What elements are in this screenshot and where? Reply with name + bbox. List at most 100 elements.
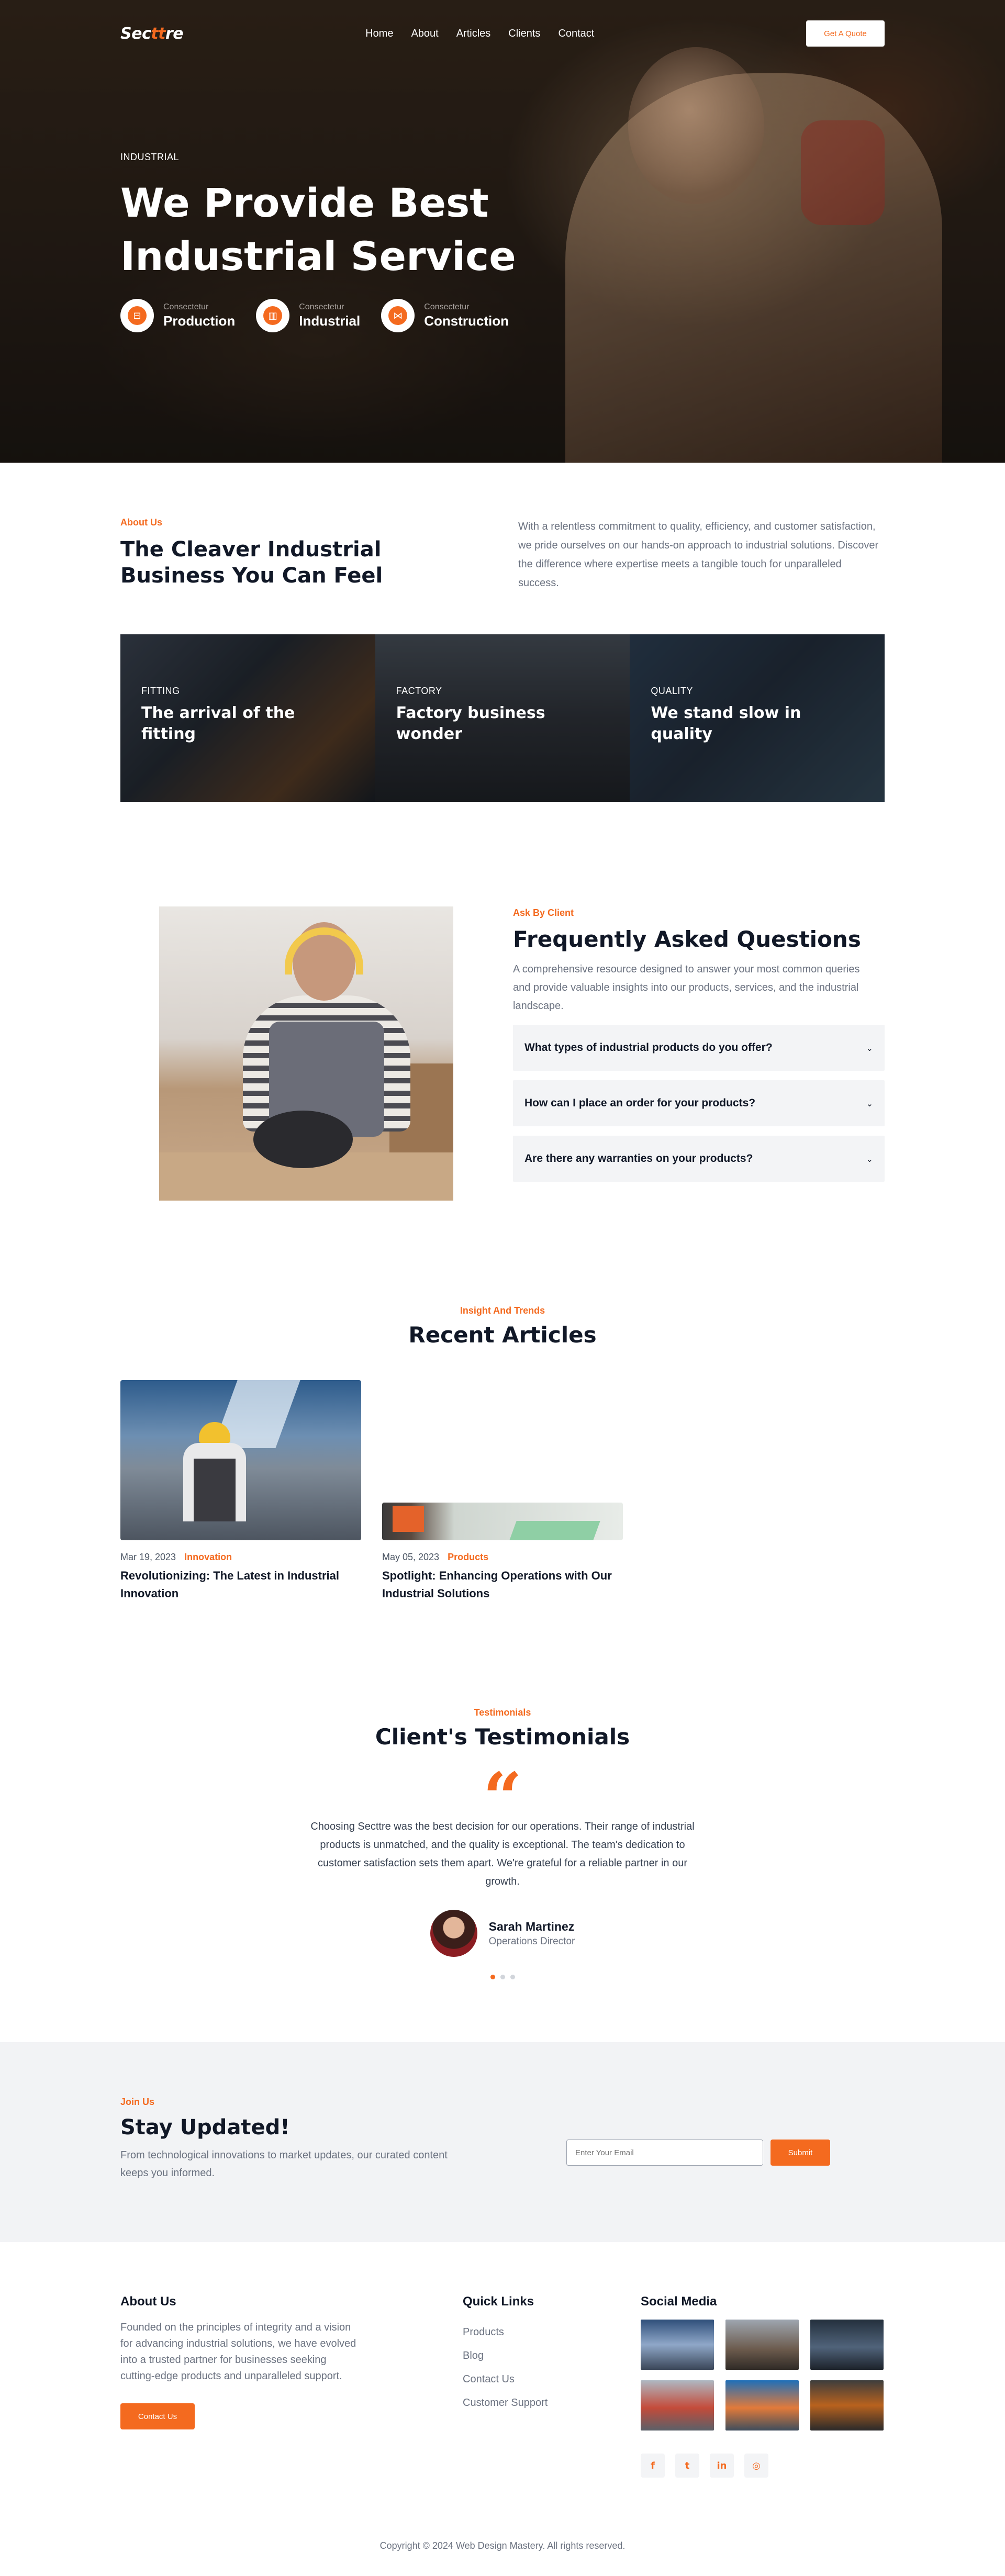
faq-eyebrow: Ask By Client: [513, 908, 574, 918]
articles-section: Insight And Trends Recent Articles Mar 1…: [120, 1201, 885, 1603]
carousel-dot[interactable]: [490, 1975, 495, 1979]
footer-about-text: Founded on the principles of integrity a…: [120, 2322, 356, 2382]
gallery-image[interactable]: [810, 2320, 884, 2370]
newsletter-eyebrow: Join Us: [120, 2097, 155, 2107]
faq-item[interactable]: Are there any warranties on your product…: [513, 1136, 885, 1182]
feature-sub: Consectetur: [299, 302, 344, 311]
hero-features: ⊟ Consectetur Production ▥ Consectetur Ind…: [120, 299, 885, 332]
gallery-image[interactable]: [725, 2320, 799, 2370]
article-category[interactable]: Products: [448, 1552, 488, 1563]
about-cards: FITTING The arrival of the fitting FACTO…: [120, 634, 885, 802]
footer-link-contact[interactable]: Contact Us: [463, 2368, 641, 2391]
gallery-image[interactable]: [810, 2380, 884, 2431]
production-icon: ⊟: [120, 299, 154, 332]
faq-description: A comprehensive resource designed to ans…: [513, 964, 860, 1012]
articles-grid: Mar 19, 2023 Innovation Revolutionizing: …: [120, 1380, 885, 1603]
article-title[interactable]: Revolutionizing: The Latest in Industria…: [120, 1567, 361, 1603]
carousel-dots: [120, 1975, 885, 1979]
linkedin-icon[interactable]: in: [710, 2454, 734, 2478]
author-name: Sarah Martinez: [488, 1919, 575, 1933]
feature-sub: Consectetur: [163, 302, 209, 311]
article-date: Mar 19, 2023: [120, 1552, 176, 1562]
faq-item[interactable]: How can I place an order for your produc…: [513, 1080, 885, 1126]
newsletter-title: Stay Updated!: [120, 2115, 290, 2140]
carousel-dot[interactable]: [500, 1975, 505, 1979]
feature-title: Industrial: [299, 312, 361, 329]
feature-production: ⊟ Consectetur Production: [120, 299, 235, 332]
faq-question: Are there any warranties on your product…: [524, 1152, 753, 1164]
twitter-icon[interactable]: t: [675, 2454, 699, 2478]
footer-about-title: About Us: [120, 2294, 176, 2309]
faq-title: Frequently Asked Questions: [513, 926, 861, 952]
article-image[interactable]: [120, 1380, 361, 1540]
carousel-dot[interactable]: [510, 1975, 515, 1979]
facebook-icon[interactable]: f: [641, 2454, 665, 2478]
faq-item[interactable]: What types of industrial products do you…: [513, 1025, 885, 1071]
get-quote-button[interactable]: Get A Quote: [806, 20, 885, 47]
quote-icon: “: [483, 1757, 522, 1838]
factory-icon: ▥: [256, 299, 290, 332]
logo[interactable]: Secttre: [120, 25, 184, 43]
article-card[interactable]: Mar 19, 2023 Innovation Revolutionizing: …: [120, 1380, 361, 1603]
articles-eyebrow: Insight And Trends: [460, 1305, 545, 1316]
card-fitting[interactable]: FITTING The arrival of the fitting: [120, 634, 375, 802]
footer-link-blog[interactable]: Blog: [463, 2344, 641, 2368]
nav-articles-link[interactable]: Articles: [456, 28, 491, 40]
testimonial-text: Choosing Secttre was the best decision f…: [310, 1821, 695, 1887]
contact-us-button[interactable]: Contact Us: [120, 2403, 195, 2429]
network-icon: ⋈: [381, 299, 415, 332]
social-media-title: Social Media: [641, 2294, 717, 2309]
feature-title: Construction: [424, 312, 509, 329]
faq-worker-image: [159, 906, 453, 1201]
nav-about-link[interactable]: About: [411, 28, 438, 40]
hero-title: We Provide Best Industrial Service: [120, 180, 516, 279]
testimonials-eyebrow: Testimonials: [474, 1707, 531, 1718]
card-tag: FACTORY: [396, 686, 442, 696]
card-quality[interactable]: QUALITY We stand slow in quality: [630, 634, 885, 802]
nav-home-link[interactable]: Home: [365, 28, 393, 40]
feature-title: Production: [163, 312, 236, 329]
article-title[interactable]: Spotlight: Enhancing Operations with Our…: [382, 1567, 623, 1603]
article-category[interactable]: Innovation: [184, 1552, 232, 1563]
quick-links-title: Quick Links: [463, 2294, 534, 2309]
newsletter-section: Join Us Stay Updated! From technological…: [0, 2042, 1005, 2242]
testimonials-title: Client's Testimonials: [375, 1724, 630, 1750]
faq-section: Ask By Client Frequently Asked Questions…: [120, 802, 885, 1201]
footer-link-support[interactable]: Customer Support: [463, 2391, 641, 2415]
article-date: May 05, 2023: [382, 1552, 440, 1562]
feature-construction: ⋈ Consectetur Construction: [381, 299, 509, 332]
testimonials-section: Testimonials Client's Testimonials “ Cho…: [120, 1603, 885, 1979]
footer: About Us Founded on the principles of in…: [120, 2242, 885, 2572]
social-gallery: [641, 2320, 885, 2431]
card-title: Factory business wonder: [396, 704, 545, 743]
testimonial-author: Sarah Martinez Operations Director: [120, 1910, 885, 1957]
footer-link-products[interactable]: Products: [463, 2321, 641, 2344]
gallery-image[interactable]: [641, 2380, 714, 2431]
about-title: The Cleaver Industrial Business You Can …: [120, 537, 383, 588]
chevron-down-icon: ⌄: [866, 1043, 873, 1053]
hero-eyebrow: INDUSTRIAL: [120, 152, 180, 162]
newsletter-description: From technological innovations to market…: [120, 2149, 448, 2179]
social-icons: f t in ◎: [641, 2454, 885, 2478]
gallery-image[interactable]: [641, 2320, 714, 2370]
nav-clients-link[interactable]: Clients: [508, 28, 540, 40]
avatar: [430, 1910, 477, 1957]
article-card[interactable]: May 05, 2023 Products Spotlight: Enhancin…: [382, 1503, 623, 1603]
about-section: About Us The Cleaver Industrial Business…: [120, 463, 885, 802]
feature-industrial: ▥ Consectetur Industrial: [256, 299, 360, 332]
card-title: The arrival of the fitting: [141, 704, 295, 743]
about-text: With a relentless commitment to quality,…: [518, 521, 879, 589]
article-image[interactable]: [382, 1503, 623, 1540]
faq-question: What types of industrial products do you…: [524, 1041, 773, 1054]
email-field[interactable]: [566, 2140, 763, 2166]
card-tag: FITTING: [141, 686, 180, 696]
card-factory[interactable]: FACTORY Factory business wonder: [375, 634, 630, 802]
submit-button[interactable]: Submit: [770, 2140, 830, 2166]
card-title: We stand slow in quality: [651, 704, 801, 743]
chevron-down-icon: ⌄: [866, 1153, 873, 1164]
nav-links: Home About Articles Clients Contact: [365, 28, 594, 40]
instagram-icon[interactable]: ◎: [744, 2454, 768, 2478]
faq-question: How can I place an order for your produc…: [524, 1097, 756, 1109]
gallery-image[interactable]: [725, 2380, 799, 2431]
nav-contact-link[interactable]: Contact: [558, 28, 594, 40]
